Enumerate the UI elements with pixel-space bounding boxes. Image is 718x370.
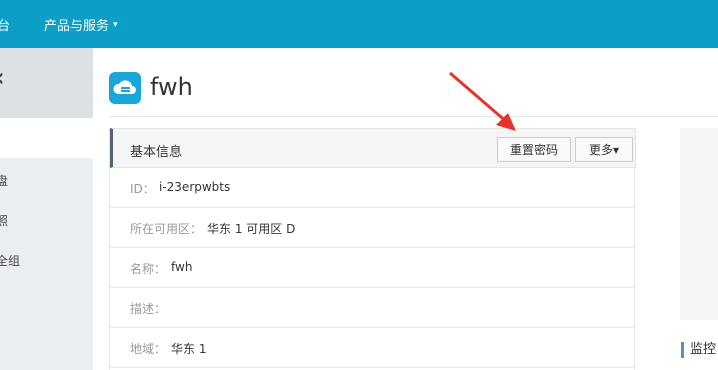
annotation-arrow <box>449 71 516 131</box>
